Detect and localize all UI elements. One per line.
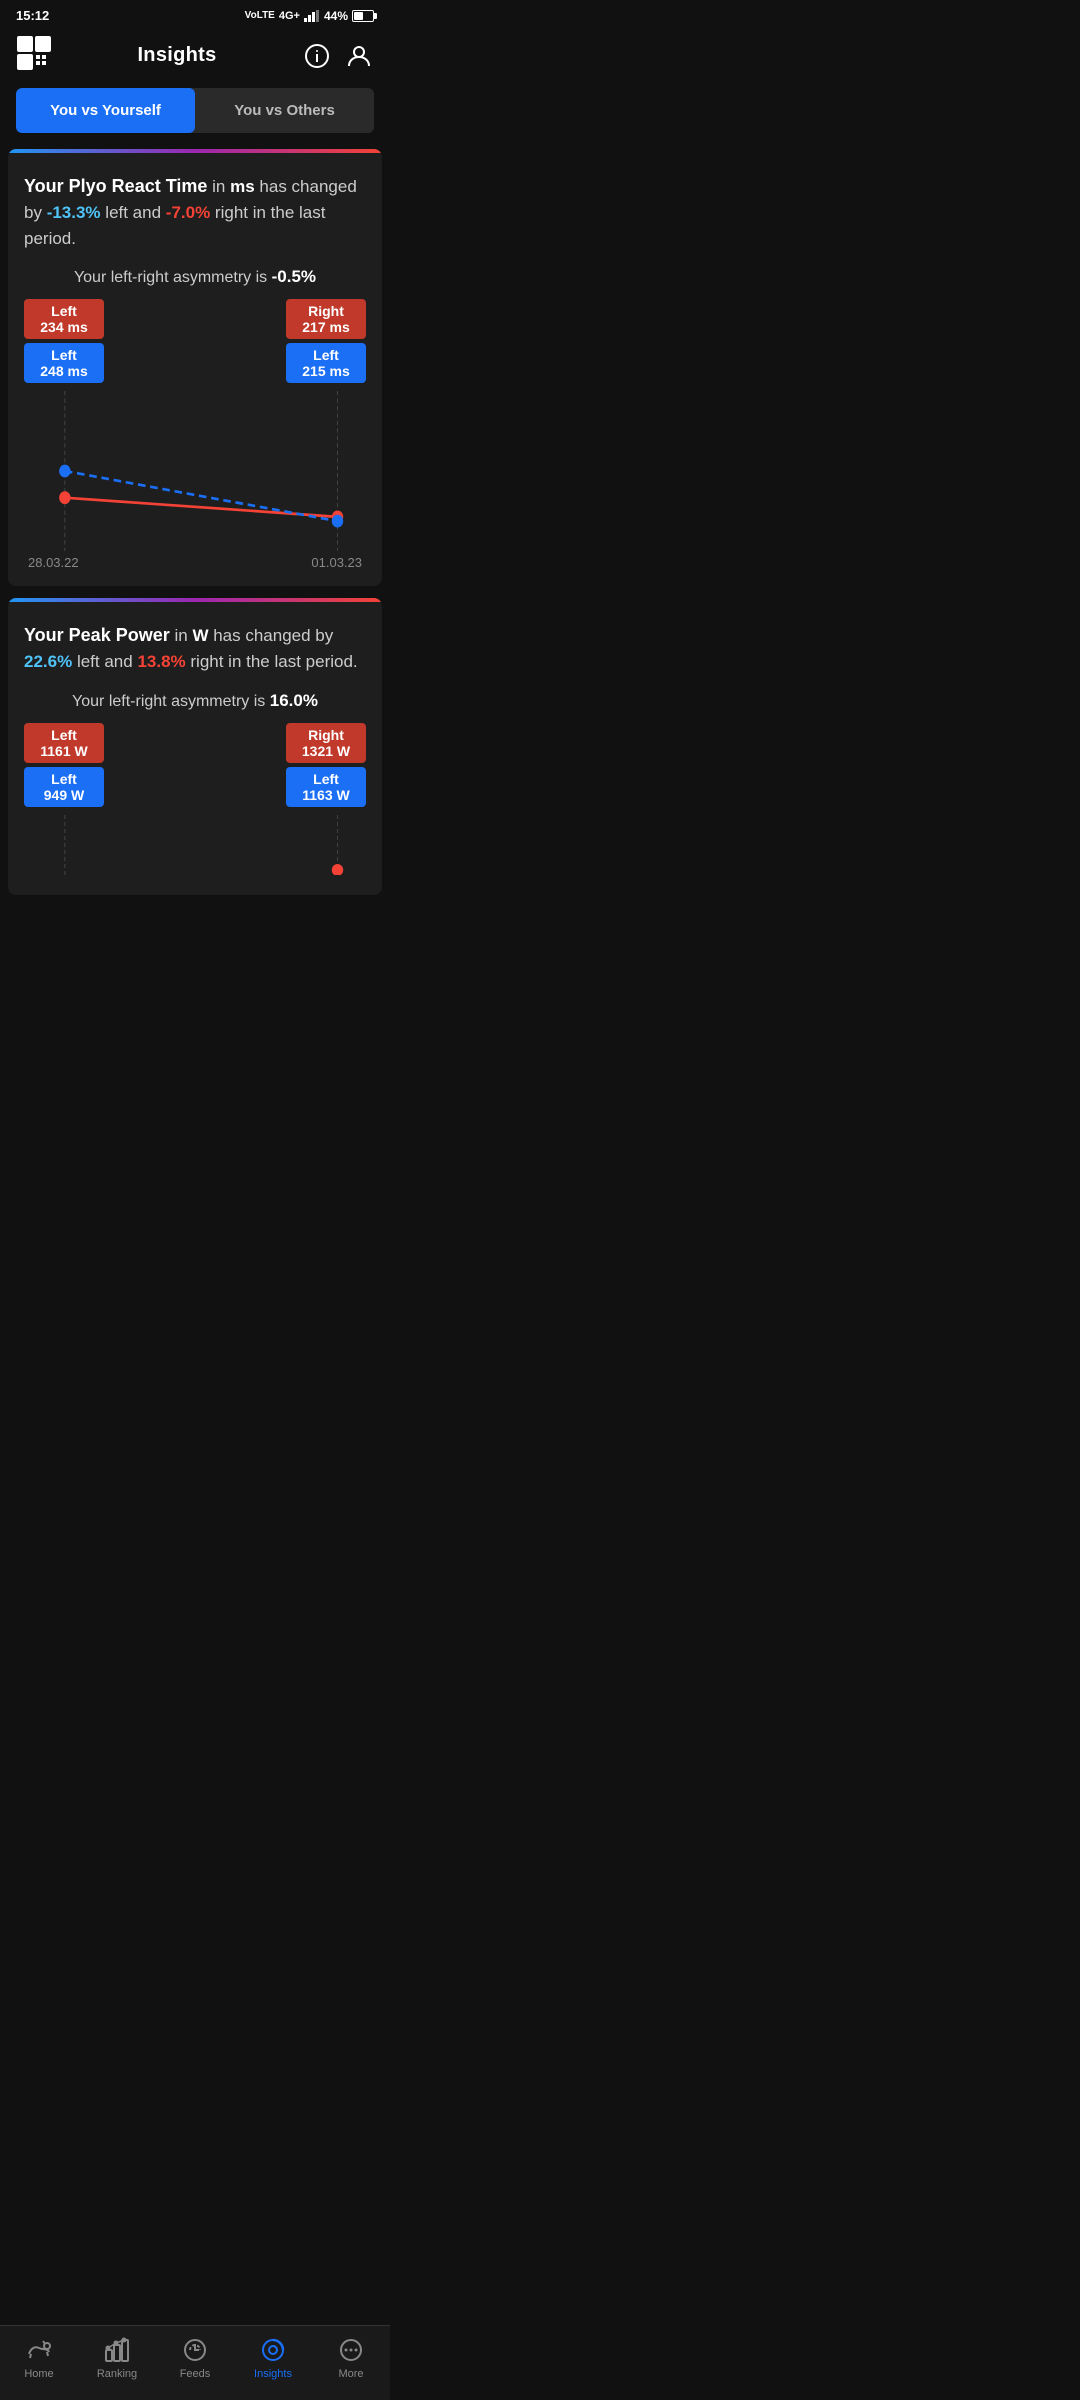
plb-value: 949 W	[34, 787, 94, 803]
nav-insights[interactable]: Insights	[243, 2336, 303, 2380]
main-content: You vs Yourself You vs Others Your Plyo …	[0, 88, 390, 987]
right-blue-label: Left 215 ms	[286, 343, 366, 383]
chart-dates: 28.03.22 01.03.23	[24, 555, 366, 570]
left-red-title: Left	[34, 303, 94, 319]
nav-more[interactable]: More	[321, 2336, 381, 2380]
peak-right-blue: Left 1163 W	[286, 767, 366, 807]
card-body: Your Plyo React Time in ms has changed b…	[8, 153, 382, 586]
nav-feeds-label: Feeds	[180, 2368, 211, 2380]
peak-left-change: 22.6%	[24, 652, 72, 671]
asymmetry-line-2: Your left-right asymmetry is 16.0%	[24, 691, 366, 711]
peak-left-blue: Left 949 W	[24, 767, 104, 807]
nav-more-label: More	[338, 2368, 363, 2380]
signal-icon	[304, 10, 320, 22]
peak-right-change: 13.8%	[137, 652, 185, 671]
battery-icon	[352, 10, 374, 22]
card-unit-label: in ms	[212, 177, 255, 196]
date-start: 28.03.22	[28, 555, 79, 570]
left-red-value: 234 ms	[34, 319, 94, 335]
prb-title: Left	[296, 771, 356, 787]
peak-period: right in the last period.	[190, 652, 357, 671]
page-title: Insights	[137, 44, 216, 67]
right-labels: Right 217 ms Left 215 ms	[286, 299, 366, 383]
tab-you-vs-yourself[interactable]: You vs Yourself	[16, 88, 195, 133]
nav-home[interactable]: Home	[9, 2336, 69, 2380]
info-button[interactable]	[302, 41, 332, 71]
plyo-chart	[24, 391, 366, 551]
left-red-label: Left 234 ms	[24, 299, 104, 339]
peak-unit-label: in W	[174, 626, 208, 645]
peak-title-mid: has changed by	[213, 626, 333, 645]
profile-button[interactable]	[344, 41, 374, 71]
peak-power-card: Your Peak Power in W has changed by 22.6…	[8, 598, 382, 895]
left-blue-label: Left 248 ms	[24, 343, 104, 383]
nav-ranking[interactable]: Ranking	[87, 2336, 147, 2380]
card-title-plyo: Your Plyo React Time in ms has changed b…	[24, 173, 366, 251]
peak-right-labels: Right 1321 W Left 1163 W	[286, 723, 366, 807]
tab-you-vs-others[interactable]: You vs Others	[195, 88, 374, 133]
left-change-value: -13.3%	[47, 203, 101, 222]
card-title-peak: Your Peak Power in W has changed by 22.6…	[24, 622, 366, 675]
status-right: VoLTE 4G+ 44%	[245, 9, 374, 23]
feeds-icon	[181, 2336, 209, 2364]
right-red-title: Right	[296, 303, 356, 319]
peak-left-labels: Left 1161 W Left 949 W	[24, 723, 104, 807]
network-type: 4G+	[279, 10, 300, 22]
nav-home-label: Home	[24, 2368, 53, 2380]
card-title-suffix: has changed	[259, 177, 356, 196]
left-blue-title: Left	[34, 347, 94, 363]
prr-value: 1321 W	[296, 743, 356, 759]
tab-switcher: You vs Yourself You vs Others	[16, 88, 374, 133]
peak-left-red: Left 1161 W	[24, 723, 104, 763]
peak-chart	[24, 815, 366, 875]
qr-icon	[16, 35, 52, 71]
plr-value: 1161 W	[34, 743, 94, 759]
nav-feeds[interactable]: Feeds	[165, 2336, 225, 2380]
left-blue-value: 248 ms	[34, 363, 94, 379]
data-labels-peak: Left 1161 W Left 949 W Right 1321 W Left	[24, 723, 366, 807]
prb-value: 1163 W	[296, 787, 356, 803]
asymmetry-value-2: 16.0%	[270, 691, 318, 710]
insights-icon	[259, 2336, 287, 2364]
peak-right-red: Right 1321 W	[286, 723, 366, 763]
header: Insights	[0, 27, 390, 88]
peak-mid-text: left and	[77, 652, 138, 671]
home-icon	[25, 2336, 53, 2364]
prr-title: Right	[296, 727, 356, 743]
battery-percent: 44%	[324, 9, 348, 23]
peak-title-bold: Your Peak Power	[24, 625, 170, 645]
left-labels: Left 234 ms Left 248 ms	[24, 299, 104, 383]
bottom-nav: Home Ranking Feeds	[0, 2325, 390, 2400]
card-title-bold: Your Plyo React Time	[24, 176, 207, 196]
right-blue-title: Left	[296, 347, 356, 363]
plyo-chart-svg	[24, 391, 366, 551]
plr-title: Left	[34, 727, 94, 743]
asymmetry-label-2: Your left-right asymmetry is	[72, 693, 265, 710]
asymmetry-value: -0.5%	[272, 267, 316, 286]
asymmetry-line: Your left-right asymmetry is -0.5%	[24, 267, 366, 287]
peak-chart-svg	[24, 815, 366, 875]
carrier-text: VoLTE	[245, 10, 275, 21]
asymmetry-label: Your left-right asymmetry is	[74, 269, 267, 286]
more-icon	[337, 2336, 365, 2364]
data-labels-plyo: Left 234 ms Left 248 ms Right 217 ms Lef…	[24, 299, 366, 383]
right-red-value: 217 ms	[296, 319, 356, 335]
right-red-label: Right 217 ms	[286, 299, 366, 339]
ranking-icon	[103, 2336, 131, 2364]
card-body-2: Your Peak Power in W has changed by 22.6…	[8, 602, 382, 895]
status-bar: 15:12 VoLTE 4G+ 44%	[0, 0, 390, 27]
qr-button[interactable]	[16, 35, 52, 76]
nav-ranking-label: Ranking	[97, 2368, 137, 2380]
status-time: 15:12	[16, 8, 49, 23]
nav-insights-label: Insights	[254, 2368, 292, 2380]
plb-title: Left	[34, 771, 94, 787]
right-change-value: -7.0%	[166, 203, 210, 222]
date-end: 01.03.23	[311, 555, 362, 570]
card-change-line: by -13.3% left and -7.0% right in the la…	[24, 203, 325, 248]
right-blue-value: 215 ms	[296, 363, 356, 379]
plyo-react-card: Your Plyo React Time in ms has changed b…	[8, 149, 382, 586]
header-actions	[302, 41, 374, 71]
